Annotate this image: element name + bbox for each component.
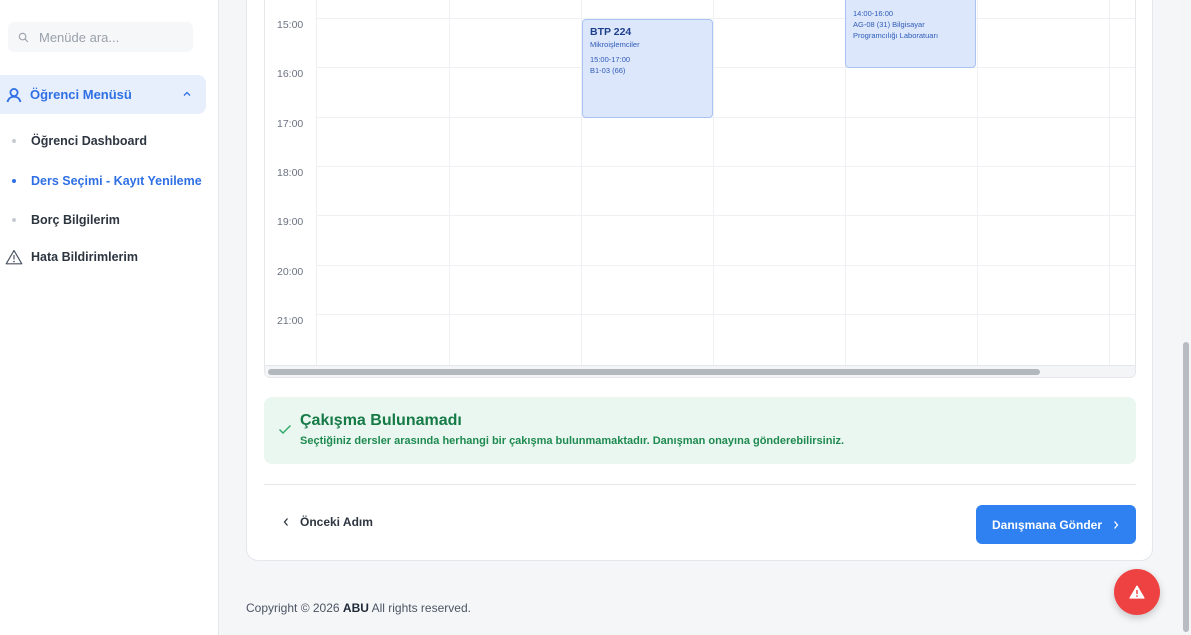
alert-title: Çakışma Bulunamadı — [300, 412, 462, 429]
bullet-icon — [12, 139, 16, 143]
bullet-icon — [12, 218, 16, 222]
chevron-left-icon — [283, 518, 288, 526]
grid-line — [317, 166, 1135, 167]
chevron-up-icon — [183, 91, 191, 96]
alert-triangle-icon — [1129, 585, 1145, 599]
divider — [264, 484, 1136, 485]
footer-brand: ABU — [342, 601, 369, 615]
time-label: 20:00 — [277, 266, 304, 278]
time-label: 19:00 — [277, 216, 304, 228]
course-time: 15:00-17:00 — [590, 55, 631, 64]
chevron-right-icon — [1114, 520, 1119, 529]
grid-line — [317, 18, 1135, 19]
time-label: 18:00 — [277, 167, 304, 179]
check-icon — [279, 425, 291, 434]
time-column: 15:00 16:00 17:00 18:00 19:00 20:00 21:0… — [265, 0, 317, 365]
time-label: 16:00 — [277, 68, 304, 80]
previous-step-button[interactable]: Önceki Adım — [282, 515, 373, 529]
search-icon — [18, 32, 29, 42]
student-menu-label: Öğrenci Menüsü — [30, 87, 132, 102]
grid-line — [317, 117, 1135, 118]
user-icon — [6, 87, 22, 102]
send-to-advisor-label: Danışmana Gönder — [991, 517, 1103, 532]
day-divider — [449, 0, 450, 365]
sidebar-item-dashboard[interactable]: Öğrenci Dashboard — [0, 131, 147, 151]
sidebar-item-label: Ders Seçimi - Kayıt Yenileme — [31, 174, 202, 188]
footer-suffix: All rights reserved. — [371, 601, 471, 615]
day-divider — [977, 0, 978, 365]
course-room: B1-03 (66) — [590, 66, 626, 75]
student-menu-toggle[interactable]: Öğrenci Menüsü — [0, 75, 206, 114]
course-event-lab[interactable]: 14:00-16:00 AG-08 (31) Bilgisayar Progra… — [845, 0, 976, 68]
grid-line — [317, 265, 1135, 266]
course-name: Mikroişlemciler — [590, 40, 640, 49]
grid-line — [317, 215, 1135, 216]
grid-line — [317, 67, 1135, 68]
sidebar: Öğrenci Menüsü Öğrenci Dashboard Ders Se… — [0, 0, 219, 635]
course-room: AG-08 (31) Bilgisayar Programcılığı Labo… — [853, 20, 939, 40]
footer-prefix: Copyright © 2026 — [246, 601, 340, 615]
schedule-horizontal-scrollbar[interactable] — [265, 365, 1135, 377]
time-label: 15:00 — [277, 19, 304, 31]
warning-icon — [5, 249, 23, 265]
footer: Copyright © 2026 ABU All rights reserved… — [246, 601, 471, 615]
page-vertical-scrollbar[interactable] — [1181, 0, 1191, 635]
course-time: 14:00-16:00 — [853, 9, 894, 18]
menu-search[interactable] — [8, 22, 193, 52]
sidebar-item-label: Borç Bilgilerim — [31, 213, 120, 227]
course-event-btp224[interactable]: BTP 224 Mikroişlemciler 15:00-17:00 B1-0… — [582, 19, 713, 118]
sidebar-item-error-reports[interactable]: Hata Bildirimlerim — [5, 249, 138, 265]
day-divider — [713, 0, 714, 365]
send-to-advisor-button[interactable]: Danışmana Gönder — [976, 505, 1136, 544]
sidebar-item-debt-info[interactable]: Borç Bilgilerim — [0, 210, 120, 230]
previous-step-label: Önceki Adım — [300, 515, 373, 529]
time-label: 17:00 — [277, 118, 304, 130]
report-error-button[interactable] — [1114, 569, 1160, 615]
scrollbar-thumb[interactable] — [1183, 342, 1189, 632]
weekly-schedule: 15:00 16:00 17:00 18:00 19:00 20:00 21:0… — [264, 0, 1136, 378]
search-input[interactable] — [39, 29, 189, 45]
sidebar-item-label: Hata Bildirimlerim — [31, 250, 138, 264]
course-code: BTP 224 — [590, 26, 632, 38]
alert-message: Seçtiğiniz dersler arasında herhangi bir… — [300, 435, 845, 447]
time-label: 21:00 — [277, 315, 304, 327]
sidebar-item-label: Öğrenci Dashboard — [31, 134, 147, 148]
no-conflict-alert: Çakışma Bulunamadı Seçtiğiniz dersler ar… — [264, 397, 1136, 464]
scrollbar-thumb[interactable] — [268, 369, 1040, 375]
grid-line — [317, 314, 1135, 315]
sidebar-item-course-selection[interactable]: Ders Seçimi - Kayıt Yenileme — [0, 171, 202, 191]
day-divider — [1109, 0, 1110, 365]
bullet-icon — [12, 179, 16, 183]
